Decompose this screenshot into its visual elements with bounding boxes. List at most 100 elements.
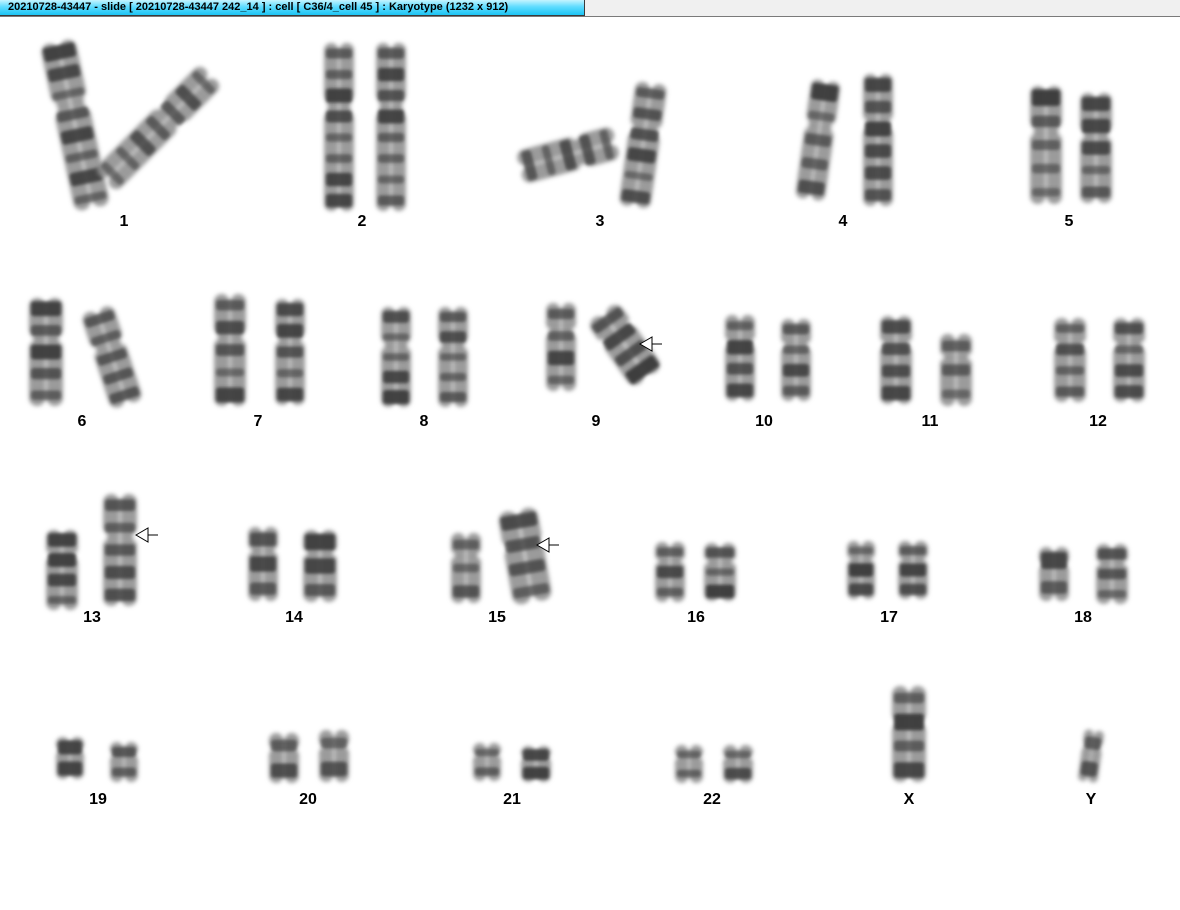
window-title-tab[interactable]: 20210728-43447 - slide [ 20210728-43447 … (0, 0, 585, 16)
chromosome[interactable] (1024, 86, 1068, 204)
chromosome-pair-x[interactable] (886, 686, 932, 782)
chromosome[interactable] (1090, 544, 1134, 604)
chromosome-label-2: 2 (358, 213, 367, 230)
chromosome[interactable] (540, 303, 582, 391)
chromosome[interactable] (468, 743, 506, 781)
chromosome[interactable] (375, 307, 417, 407)
chromosome-pair-22[interactable] (670, 745, 759, 783)
chromosome-label-12: 12 (1089, 413, 1107, 430)
chromosome-label-13: 13 (83, 609, 101, 626)
chromosome[interactable] (491, 505, 560, 607)
chromosome[interactable] (842, 541, 880, 599)
chromosome-label-14: 14 (285, 609, 303, 626)
chromosome-label-7: 7 (254, 413, 263, 430)
chromosome-pair-1[interactable] (34, 37, 226, 213)
chromosome-label-11: 11 (922, 413, 939, 430)
chromosome-pair-12[interactable] (1048, 318, 1151, 402)
chromosome-pair-3[interactable] (514, 80, 673, 210)
chromosome[interactable] (1107, 318, 1151, 402)
chromosome[interactable] (892, 541, 934, 599)
chromosome-pair-10[interactable] (719, 315, 817, 401)
chromosome[interactable] (857, 74, 899, 206)
chromosome[interactable] (90, 60, 226, 196)
chromosome[interactable] (313, 730, 355, 782)
chromosome-label-21: 21 (503, 791, 521, 808)
chromosome[interactable] (874, 316, 918, 404)
chromosome-label-x: X (904, 791, 915, 808)
chromosome-pair-4[interactable] (790, 74, 899, 206)
chromosome-label-22: 22 (703, 791, 721, 808)
chromosome-pair-2[interactable] (318, 43, 412, 211)
chromosome[interactable] (1074, 728, 1109, 783)
chromosome-label-3: 3 (596, 213, 605, 230)
chromosome[interactable] (51, 737, 89, 779)
chromosome[interactable] (1074, 93, 1118, 203)
chromosome[interactable] (698, 543, 742, 601)
chromosome[interactable] (23, 298, 69, 406)
chromosome[interactable] (670, 745, 708, 783)
chromosome[interactable] (581, 298, 668, 393)
chromosome-pair-19[interactable] (51, 737, 143, 782)
chromosome[interactable] (208, 294, 252, 406)
chromosome-label-5: 5 (1065, 213, 1074, 230)
chromosome[interactable] (445, 533, 487, 603)
chromosome-label-15: 15 (488, 609, 506, 626)
chromosome-pair-18[interactable] (1033, 544, 1134, 604)
chromosome-pair-6[interactable] (23, 298, 149, 412)
karyotype-window: 20210728-43447 - slide [ 20210728-43447 … (0, 0, 1180, 910)
chromosome-label-19: 19 (89, 791, 107, 808)
chromosome[interactable] (717, 745, 759, 783)
chromosome-pair-8[interactable] (375, 307, 474, 407)
chromosome-pair-5[interactable] (1024, 86, 1118, 204)
chromosome-pair-14[interactable] (242, 527, 343, 602)
chromosome-label-20: 20 (299, 791, 317, 808)
chromosome[interactable] (1033, 547, 1075, 601)
karyotype-canvas: 1 2 3 4 5 6 7 8 9 10 11 12 13 14 15 16 17 18 19 20 21 22 X Y (0, 17, 1180, 910)
chromosome-pair-7[interactable] (208, 294, 311, 406)
chromosome[interactable] (75, 302, 149, 411)
chromosome[interactable] (514, 120, 622, 190)
chromosome-label-18: 18 (1074, 609, 1092, 626)
chromosome[interactable] (370, 43, 412, 211)
chromosome-layer (23, 37, 1151, 783)
chromosome[interactable] (263, 733, 305, 783)
chromosome-label-16: 16 (687, 609, 705, 626)
chromosome-label-9: 9 (592, 413, 601, 430)
chromosome[interactable] (790, 78, 847, 202)
chromosome[interactable] (318, 43, 360, 211)
chromosome-label-17: 17 (880, 609, 898, 626)
chromosome-pair-21[interactable] (468, 743, 557, 782)
chromosome-label-1: 1 (120, 213, 129, 230)
chromosome[interactable] (1048, 318, 1092, 402)
chromosome-pair-20[interactable] (263, 730, 355, 783)
chromosome-label-4: 4 (839, 213, 848, 230)
chromosome[interactable] (34, 37, 116, 213)
chromosome[interactable] (649, 542, 691, 602)
karyotype-svg: 1 2 3 4 56 7 8 9 10 11 1213 14 15 16 17 1819 20 21 22 X Y (23, 37, 1151, 808)
chromosome[interactable] (97, 494, 143, 606)
title-bar: 20210728-43447 - slide [ 20210728-43447 … (0, 0, 1180, 17)
chromosome[interactable] (105, 742, 143, 782)
chromosome-pair-17[interactable] (842, 541, 934, 599)
chromosome[interactable] (297, 530, 343, 602)
chromosome[interactable] (269, 299, 311, 405)
chromosome-label-6: 6 (78, 413, 87, 430)
chromosome-pair-y[interactable] (1074, 728, 1109, 783)
chromosome-pair-16[interactable] (649, 542, 742, 602)
chromosome[interactable] (432, 307, 474, 407)
chromosome-pair-13[interactable] (40, 494, 143, 610)
chromosome-label-y: Y (1086, 791, 1097, 808)
chromosome[interactable] (40, 530, 84, 610)
chromosome[interactable] (886, 686, 932, 782)
chromosome[interactable] (775, 319, 817, 401)
chromosome[interactable] (242, 527, 284, 601)
chromosome[interactable] (719, 315, 761, 401)
chromosome[interactable] (515, 746, 557, 782)
chromosome-pair-11[interactable] (874, 316, 978, 406)
chromosome-label-10: 10 (755, 413, 773, 430)
chromosome-label-8: 8 (420, 413, 429, 430)
chromosome-pair-15[interactable] (445, 505, 560, 607)
chromosome[interactable] (613, 80, 673, 210)
chromosome[interactable] (934, 334, 978, 406)
window-title: 20210728-43447 - slide [ 20210728-43447 … (8, 1, 509, 13)
